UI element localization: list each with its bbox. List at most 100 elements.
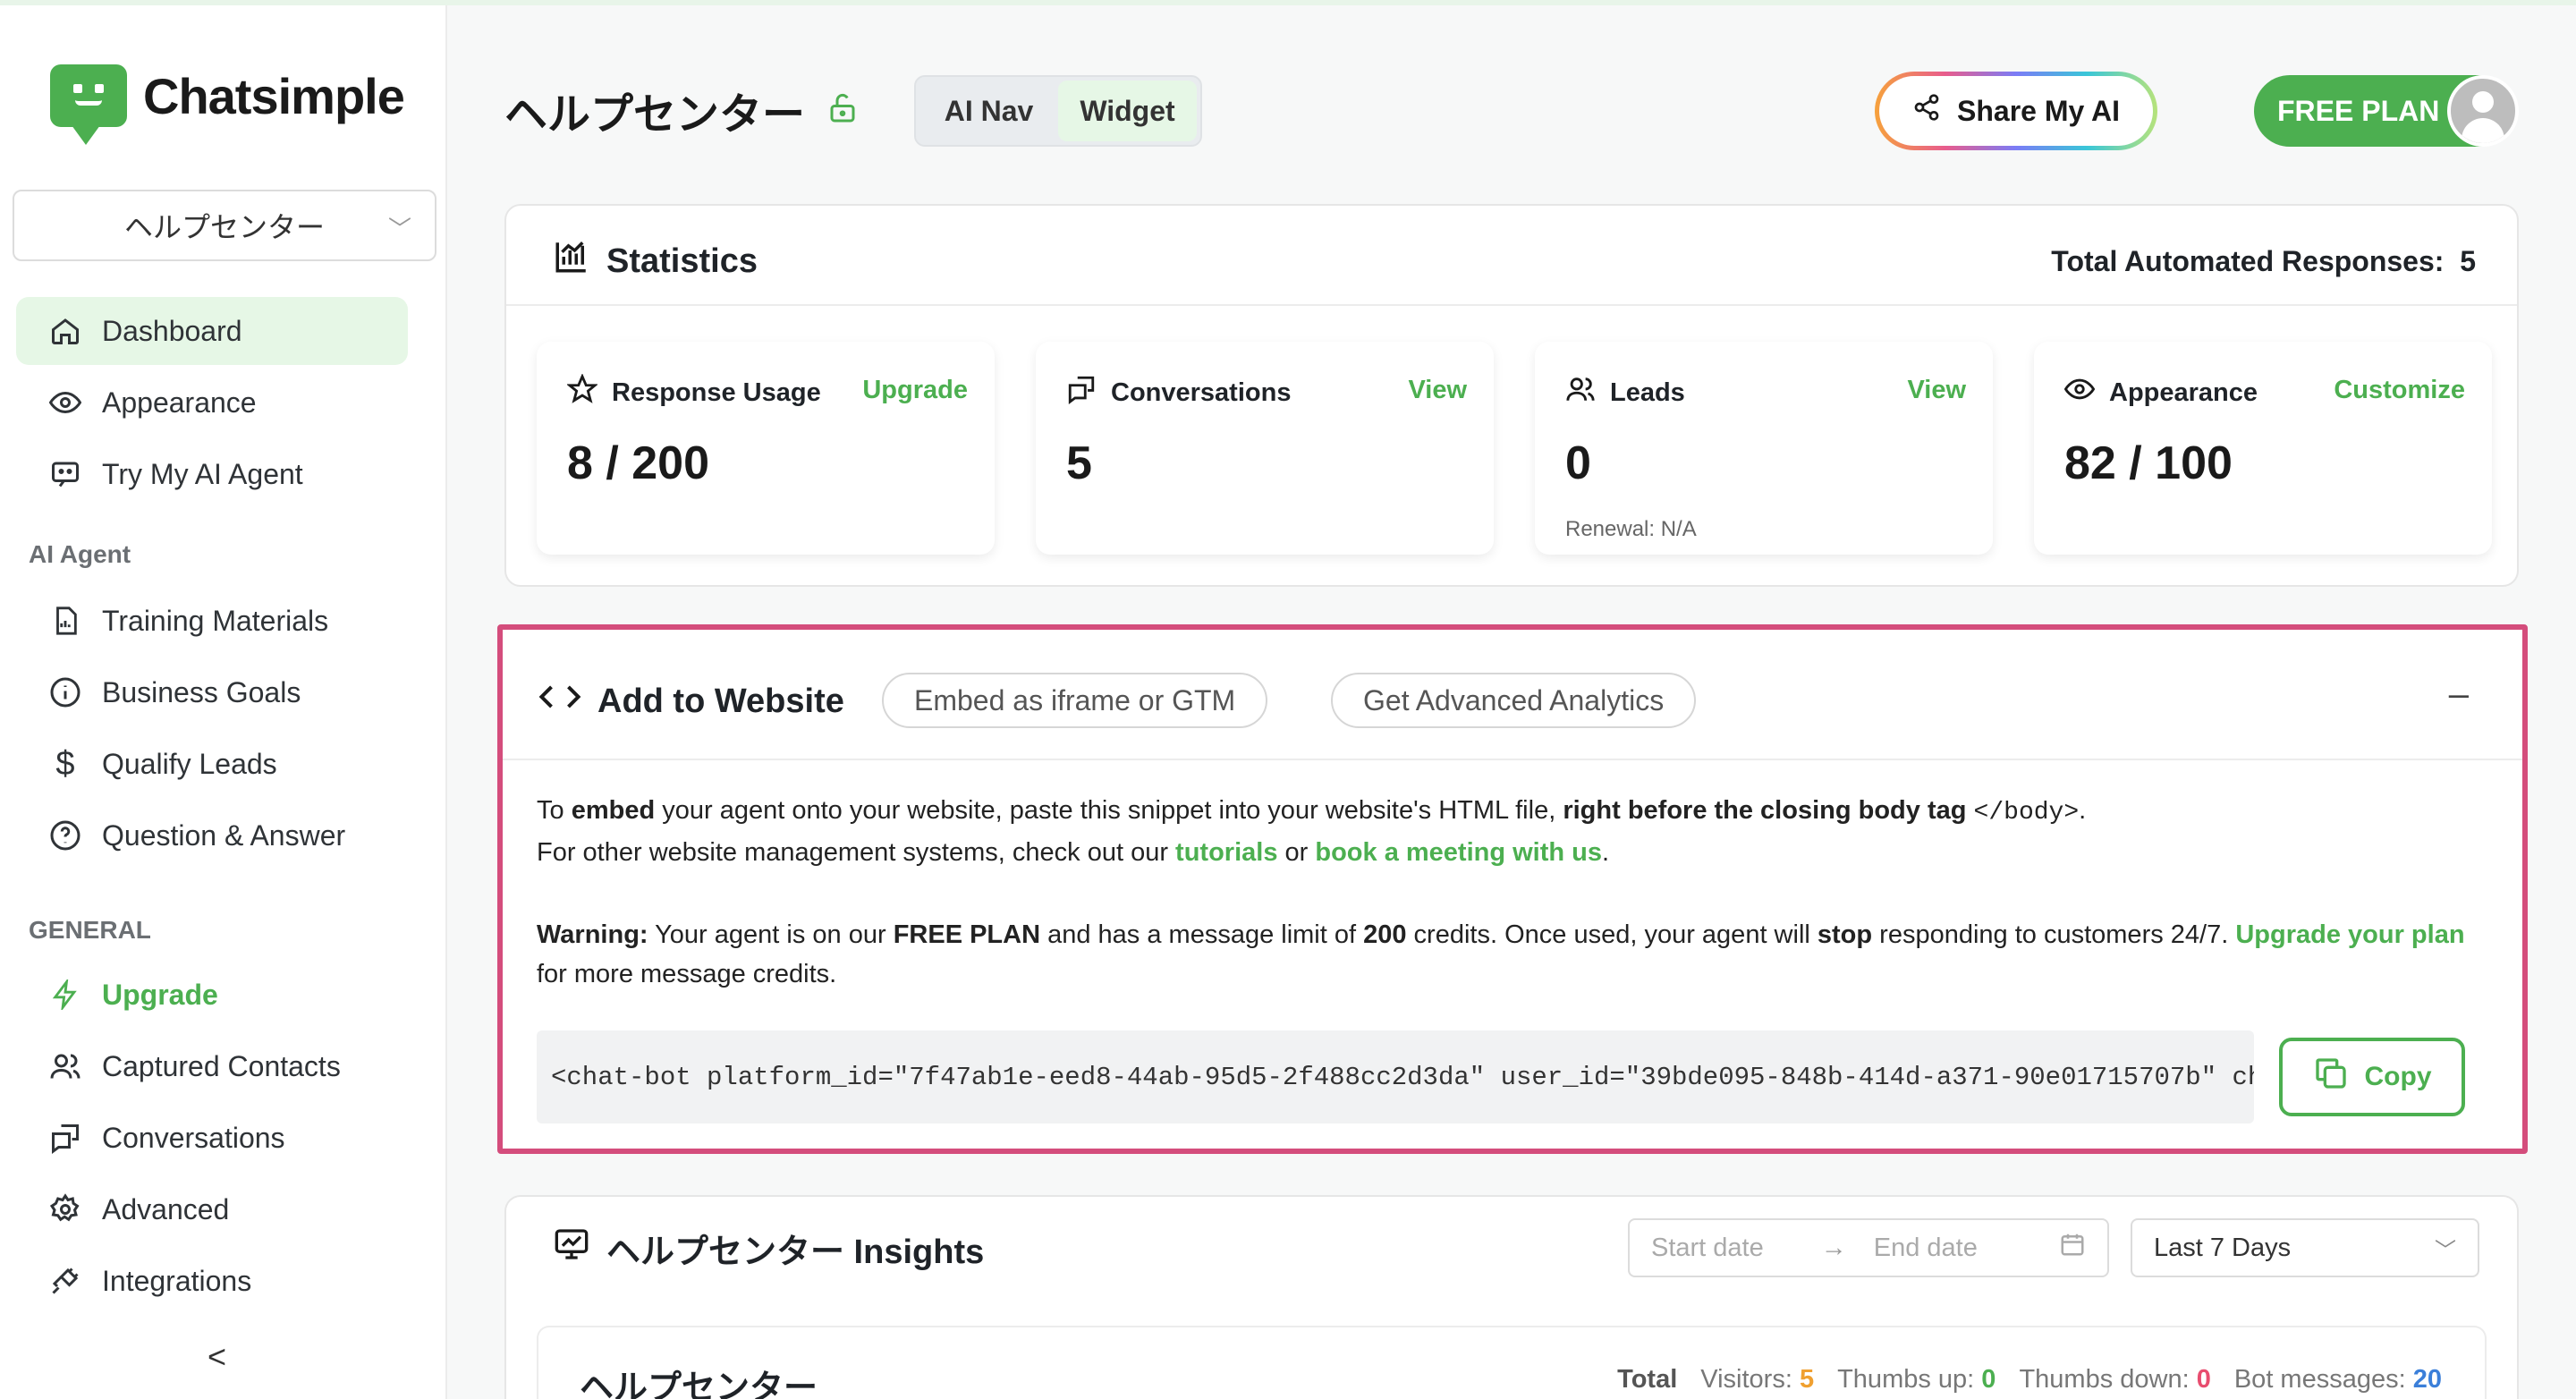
stat-appearance: Appearance Customize 82 / 100 xyxy=(2034,342,2492,555)
total-automated-responses: Total Automated Responses: 5 xyxy=(2051,245,2476,277)
sidebar-item-advanced[interactable]: Advanced xyxy=(16,1175,408,1243)
stat-response-usage: Response Usage Upgrade 8 / 200 xyxy=(537,342,995,555)
plan-label: FREE PLAN xyxy=(2277,94,2440,127)
agent-select-value: ヘルプセンター xyxy=(123,211,325,243)
insights-metrics: Total Visitors: 5 Thumbs up: 0 Thumbs do… xyxy=(1617,1365,2442,1394)
section-label-general: GENERAL xyxy=(29,916,151,944)
upgrade-link[interactable]: Upgrade xyxy=(862,376,968,405)
add-to-website-title: Add to Website xyxy=(538,680,844,723)
embed-iframe-gtm-button[interactable]: Embed as iframe or GTM xyxy=(882,673,1268,728)
users-icon xyxy=(48,1049,82,1083)
lightning-icon xyxy=(48,978,82,1012)
visitors-count: 5 xyxy=(1799,1365,1815,1394)
chat-bot-icon xyxy=(48,457,82,491)
insights-summary: ヘルプセンター Total Visitors: 5 Thumbs up: 0 T… xyxy=(537,1326,2487,1399)
statistics-card: Statistics Total Automated Responses: 5 … xyxy=(504,204,2519,587)
unlock-icon[interactable] xyxy=(826,86,859,135)
sidebar-item-label: Advanced xyxy=(102,1192,230,1225)
sidebar-item-training-materials[interactable]: Training Materials xyxy=(16,587,408,655)
toggle-ai-nav[interactable]: AI Nav xyxy=(919,81,1058,141)
conversations-value: 5 xyxy=(1066,437,1092,489)
avatar[interactable] xyxy=(2447,75,2519,147)
stat-conversations: Conversations View 5 xyxy=(1036,342,1494,555)
advanced-analytics-button[interactable]: Get Advanced Analytics xyxy=(1331,673,1697,728)
date-range-picker[interactable]: Start date → End date xyxy=(1628,1218,2109,1277)
embed-instructions: To embed your agent onto your website, p… xyxy=(537,796,2465,988)
sidebar-item-qualify-leads[interactable]: $ Qualify Leads xyxy=(16,730,408,798)
response-usage-value: 8 / 200 xyxy=(567,437,710,489)
sidebar-item-label: Training Materials xyxy=(102,604,329,637)
sidebar: Chatsimple ヘルプセンター ﹀ Dashboard Appearanc… xyxy=(0,5,447,1399)
conversations-icon xyxy=(48,1121,82,1155)
insights-card: ヘルプセンター Insights Start date → End date L… xyxy=(504,1195,2519,1399)
appearance-value: 82 / 100 xyxy=(2064,437,2233,489)
thumbs-up-count: 0 xyxy=(1981,1365,1996,1394)
sidebar-item-question-answer[interactable]: Question & Answer xyxy=(16,801,408,869)
monitor-chart-icon xyxy=(553,1226,590,1271)
stat-leads: Leads View 0 Renewal: N/A xyxy=(1535,342,1993,555)
home-icon xyxy=(48,314,82,348)
end-date-input[interactable]: End date xyxy=(1874,1234,1978,1263)
thumbs-down-count: 0 xyxy=(2196,1365,2211,1394)
sidebar-item-business-goals[interactable]: Business Goals xyxy=(16,658,408,726)
book-meeting-link[interactable]: book a meeting with us xyxy=(1315,838,1602,867)
gear-icon xyxy=(48,1192,82,1226)
share-label: Share My AI xyxy=(1957,94,2120,127)
dollar-icon: $ xyxy=(55,744,75,783)
statistics-title: Statistics xyxy=(553,238,758,284)
sidebar-item-label: Question & Answer xyxy=(102,818,346,852)
total-automated-responses-value: 5 xyxy=(2460,245,2476,277)
tutorials-link[interactable]: tutorials xyxy=(1175,838,1277,867)
customize-link[interactable]: Customize xyxy=(2334,376,2465,405)
embed-snippet[interactable]: <chat-bot platform_id="7f47ab1e-eed8-44a… xyxy=(537,1030,2254,1123)
add-to-website-card: Add to Website Embed as iframe or GTM Ge… xyxy=(497,624,2528,1154)
plug-icon xyxy=(48,1264,82,1298)
sidebar-item-label: Integrations xyxy=(102,1264,252,1297)
sidebar-item-try-my-ai-agent[interactable]: Try My AI Agent xyxy=(16,440,408,508)
brand[interactable]: Chatsimple xyxy=(50,64,405,145)
insights-title: ヘルプセンター Insights xyxy=(553,1224,984,1273)
insights-agent-name: ヘルプセンター xyxy=(580,1369,818,1399)
users-icon xyxy=(1565,374,1596,411)
document-icon xyxy=(48,604,82,638)
sidebar-item-label: Business Goals xyxy=(102,675,301,708)
upgrade-plan-link[interactable]: Upgrade your plan xyxy=(2235,920,2464,949)
copy-button[interactable]: Copy xyxy=(2279,1038,2465,1116)
star-icon xyxy=(565,373,599,411)
agent-select[interactable]: ヘルプセンター ﹀ xyxy=(13,190,436,261)
view-conversations-link[interactable]: View xyxy=(1408,376,1467,405)
sidebar-item-appearance[interactable]: Appearance xyxy=(16,369,408,437)
conversations-icon xyxy=(1066,374,1097,411)
sidebar-item-upgrade[interactable]: Upgrade xyxy=(16,961,408,1029)
eye-icon xyxy=(48,386,82,420)
start-date-input[interactable]: Start date xyxy=(1651,1234,1764,1263)
sidebar-item-dashboard[interactable]: Dashboard xyxy=(16,297,408,365)
sidebar-item-label: Conversations xyxy=(102,1121,285,1154)
sidebar-item-label: Qualify Leads xyxy=(102,747,277,780)
code-icon xyxy=(538,680,581,723)
share-my-ai-button[interactable]: Share My AI xyxy=(1875,72,2157,150)
sidebar-item-label: Try My AI Agent xyxy=(102,457,303,490)
calendar-icon xyxy=(2059,1231,2086,1265)
brand-name: Chatsimple xyxy=(143,67,405,124)
sidebar-item-label: Appearance xyxy=(102,386,257,419)
view-toggle: AI Nav Widget xyxy=(914,75,1202,147)
page-title: ヘルプセンター xyxy=(504,79,859,141)
sidebar-collapse-button[interactable]: < xyxy=(208,1338,226,1376)
chevron-down-icon: ﹀ xyxy=(387,216,411,242)
chevron-down-icon: ﹀ xyxy=(2435,1238,2456,1263)
collapse-button[interactable]: – xyxy=(2449,674,2469,715)
sidebar-item-label: Captured Contacts xyxy=(102,1049,341,1082)
sidebar-item-conversations[interactable]: Conversations xyxy=(16,1104,408,1172)
page-title-text: ヘルプセンター xyxy=(504,91,806,139)
sidebar-item-label: Dashboard xyxy=(102,314,242,347)
toggle-widget[interactable]: Widget xyxy=(1058,81,1197,141)
chart-icon xyxy=(553,238,590,284)
info-icon xyxy=(48,675,82,709)
leads-value: 0 xyxy=(1565,437,1591,489)
sidebar-item-captured-contacts[interactable]: Captured Contacts xyxy=(16,1032,408,1100)
view-leads-link[interactable]: View xyxy=(1907,376,1966,405)
period-select[interactable]: Last 7 Days ﹀ xyxy=(2131,1218,2479,1277)
eye-icon xyxy=(2063,374,2096,411)
sidebar-item-integrations[interactable]: Integrations xyxy=(16,1247,408,1315)
